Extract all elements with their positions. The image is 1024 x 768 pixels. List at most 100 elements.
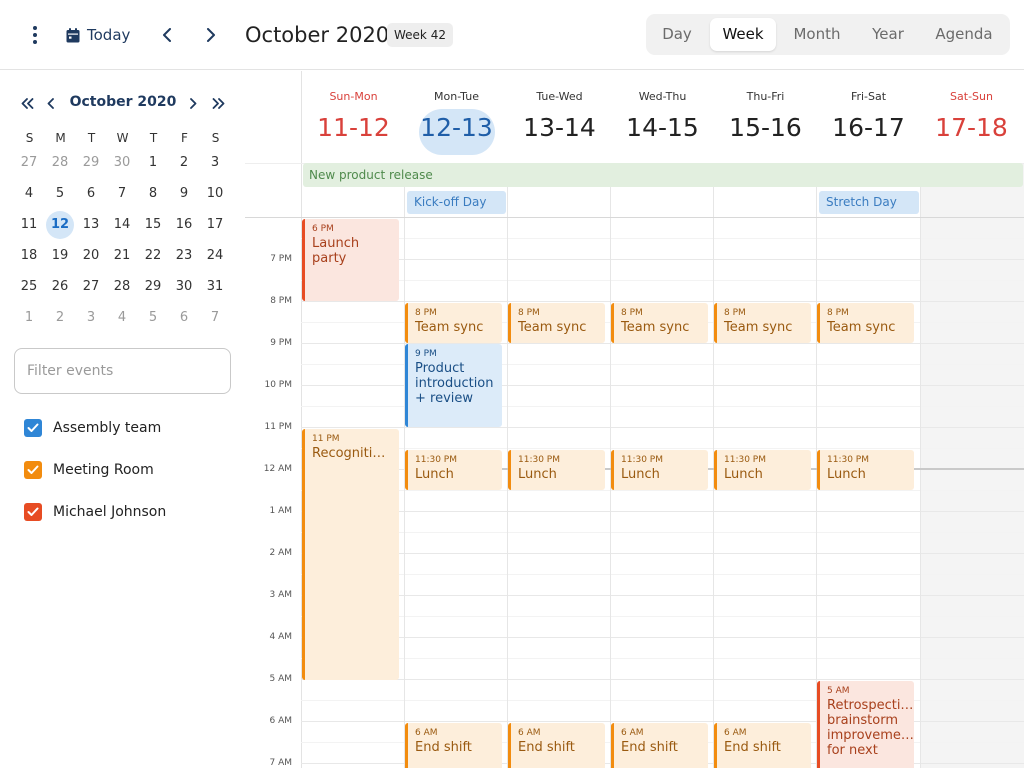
event-lunch[interactable]: 11:30 PM Lunch (714, 450, 811, 490)
event-launch-party[interactable]: 6 PM Launch party (302, 219, 399, 301)
event-end-shift[interactable]: 6 AM End shift (714, 723, 811, 768)
event-title: Team sync (415, 320, 484, 335)
event-end-shift[interactable]: 6 AM End shift (611, 723, 708, 768)
mini-calendar-day[interactable]: 19 (46, 242, 74, 270)
mini-calendar-day[interactable]: 21 (108, 242, 136, 270)
mini-calendar-day[interactable]: 2 (170, 149, 198, 177)
mini-calendar-day[interactable]: 7 (108, 180, 136, 208)
event-team-sync[interactable]: 8 PM Team sync (611, 303, 708, 343)
next-month-button[interactable] (184, 91, 202, 115)
event-team-sync[interactable]: 8 PM Team sync (714, 303, 811, 343)
mini-calendar-day[interactable]: 13 (77, 211, 105, 239)
mini-calendar-day[interactable]: 3 (201, 149, 229, 177)
checkbox-checked-icon[interactable] (24, 419, 42, 437)
today-button[interactable]: Today (66, 20, 130, 50)
mini-calendar-day[interactable]: 4 (108, 304, 136, 332)
mini-calendar-day[interactable]: 12 (46, 211, 74, 239)
mini-calendar-day[interactable]: 22 (139, 242, 167, 270)
event-recognition[interactable]: 11 PM Recognitio… (302, 429, 399, 680)
mini-calendar-day[interactable]: 9 (170, 180, 198, 208)
event-team-sync[interactable]: 8 PM Team sync (817, 303, 914, 343)
view-year-button[interactable]: Year (858, 18, 918, 51)
event-title: Lunch (621, 467, 660, 482)
event-team-sync[interactable]: 8 PM Team sync (405, 303, 502, 343)
mini-calendar-day[interactable]: 25 (15, 273, 43, 301)
day-header[interactable]: Tue-Wed 13-14 (508, 71, 611, 163)
mini-calendar-day[interactable]: 24 (201, 242, 229, 270)
previous-button[interactable] (152, 20, 182, 50)
event-time: 6 AM (621, 728, 644, 738)
mini-calendar-day[interactable]: 26 (46, 273, 74, 301)
mini-calendar-day[interactable]: 5 (139, 304, 167, 332)
hour-label: 3 AM (269, 590, 292, 600)
day-header[interactable]: Wed-Thu 14-15 (611, 71, 714, 163)
more-vert-icon[interactable] (22, 22, 48, 48)
next-button[interactable] (196, 20, 226, 50)
mini-calendar-day[interactable]: 29 (77, 149, 105, 177)
event-time: 6 AM (724, 728, 747, 738)
mini-calendar-day[interactable]: 27 (77, 273, 105, 301)
checkbox-checked-icon[interactable] (24, 461, 42, 479)
mini-calendar-day[interactable]: 1 (139, 149, 167, 177)
mini-calendar-day[interactable]: 6 (170, 304, 198, 332)
mini-calendar-day[interactable]: 23 (170, 242, 198, 270)
mini-calendar-day[interactable]: 17 (201, 211, 229, 239)
mini-calendar-day[interactable]: 27 (15, 149, 43, 177)
mini-calendar-day[interactable]: 15 (139, 211, 167, 239)
mini-calendar-day[interactable]: 7 (201, 304, 229, 332)
view-month-button[interactable]: Month (784, 18, 850, 51)
mini-calendar-day[interactable]: 28 (108, 273, 136, 301)
event-end-shift[interactable]: 6 AM End shift (508, 723, 605, 768)
mini-calendar-day[interactable]: 1 (15, 304, 43, 332)
mini-calendar-day[interactable]: 4 (15, 180, 43, 208)
mini-calendar-day[interactable]: 14 (108, 211, 136, 239)
allday-event-stretch-day[interactable]: Stretch Day (819, 191, 919, 214)
event-retrospective[interactable]: 5 AM Retrospecti… brainstorm improveme… … (817, 681, 914, 768)
event-time: 8 PM (724, 308, 746, 318)
mini-calendar-day[interactable]: 3 (77, 304, 105, 332)
event-lunch[interactable]: 11:30 PM Lunch (817, 450, 914, 490)
view-day-button[interactable]: Day (652, 18, 702, 51)
event-end-shift[interactable]: 6 AM End shift (405, 723, 502, 768)
mini-calendar-day[interactable]: 10 (201, 180, 229, 208)
allday-event-kick-off-day[interactable]: Kick-off Day (407, 191, 506, 214)
event-product-introduction[interactable]: 9 PM Product introduction + review (405, 344, 502, 427)
mini-calendar-day[interactable]: 5 (46, 180, 74, 208)
resource-meeting-room[interactable]: Meeting Room (24, 460, 154, 480)
mini-calendar-day[interactable]: 6 (77, 180, 105, 208)
allday-event-new-product-release[interactable]: New product release (303, 163, 1023, 187)
mini-calendar-day[interactable]: 31 (201, 273, 229, 301)
next-year-button[interactable] (208, 91, 228, 115)
weekend-column (921, 163, 1024, 768)
mini-calendar-day[interactable]: 8 (139, 180, 167, 208)
mini-calendar-day[interactable]: 18 (15, 242, 43, 270)
mini-calendar-day[interactable]: 28 (46, 149, 74, 177)
view-week-button[interactable]: Week (710, 18, 776, 51)
day-header[interactable]: Sat-Sun 17-18 (920, 71, 1023, 163)
day-header[interactable]: Mon-Tue 12-13 (405, 71, 508, 163)
mini-calendar-day[interactable]: 29 (139, 273, 167, 301)
event-lunch[interactable]: 11:30 PM Lunch (405, 450, 502, 490)
resource-assembly-team[interactable]: Assembly team (24, 418, 161, 438)
event-team-sync[interactable]: 8 PM Team sync (508, 303, 605, 343)
filter-events-input[interactable] (14, 348, 231, 394)
event-lunch[interactable]: 11:30 PM Lunch (508, 450, 605, 490)
mini-calendar-day[interactable]: 2 (46, 304, 74, 332)
checkbox-checked-icon[interactable] (24, 503, 42, 521)
previous-month-button[interactable] (42, 91, 60, 115)
event-title: Lunch (518, 467, 557, 482)
previous-year-button[interactable] (17, 91, 37, 115)
event-lunch[interactable]: 11:30 PM Lunch (611, 450, 708, 490)
mini-calendar-day[interactable]: 30 (108, 149, 136, 177)
view-agenda-button[interactable]: Agenda (926, 18, 1002, 51)
day-header[interactable]: Fri-Sat 16-17 (817, 71, 920, 163)
day-header[interactable]: Sun-Mon 11-12 (302, 71, 405, 163)
hour-label: 1 AM (269, 506, 292, 516)
resource-michael-johnson[interactable]: Michael Johnson (24, 502, 166, 522)
hour-label: 2 AM (269, 548, 292, 558)
mini-calendar-day[interactable]: 20 (77, 242, 105, 270)
mini-calendar-day[interactable]: 11 (15, 211, 43, 239)
mini-calendar-day[interactable]: 30 (170, 273, 198, 301)
mini-calendar-day[interactable]: 16 (170, 211, 198, 239)
day-header[interactable]: Thu-Fri 15-16 (714, 71, 817, 163)
